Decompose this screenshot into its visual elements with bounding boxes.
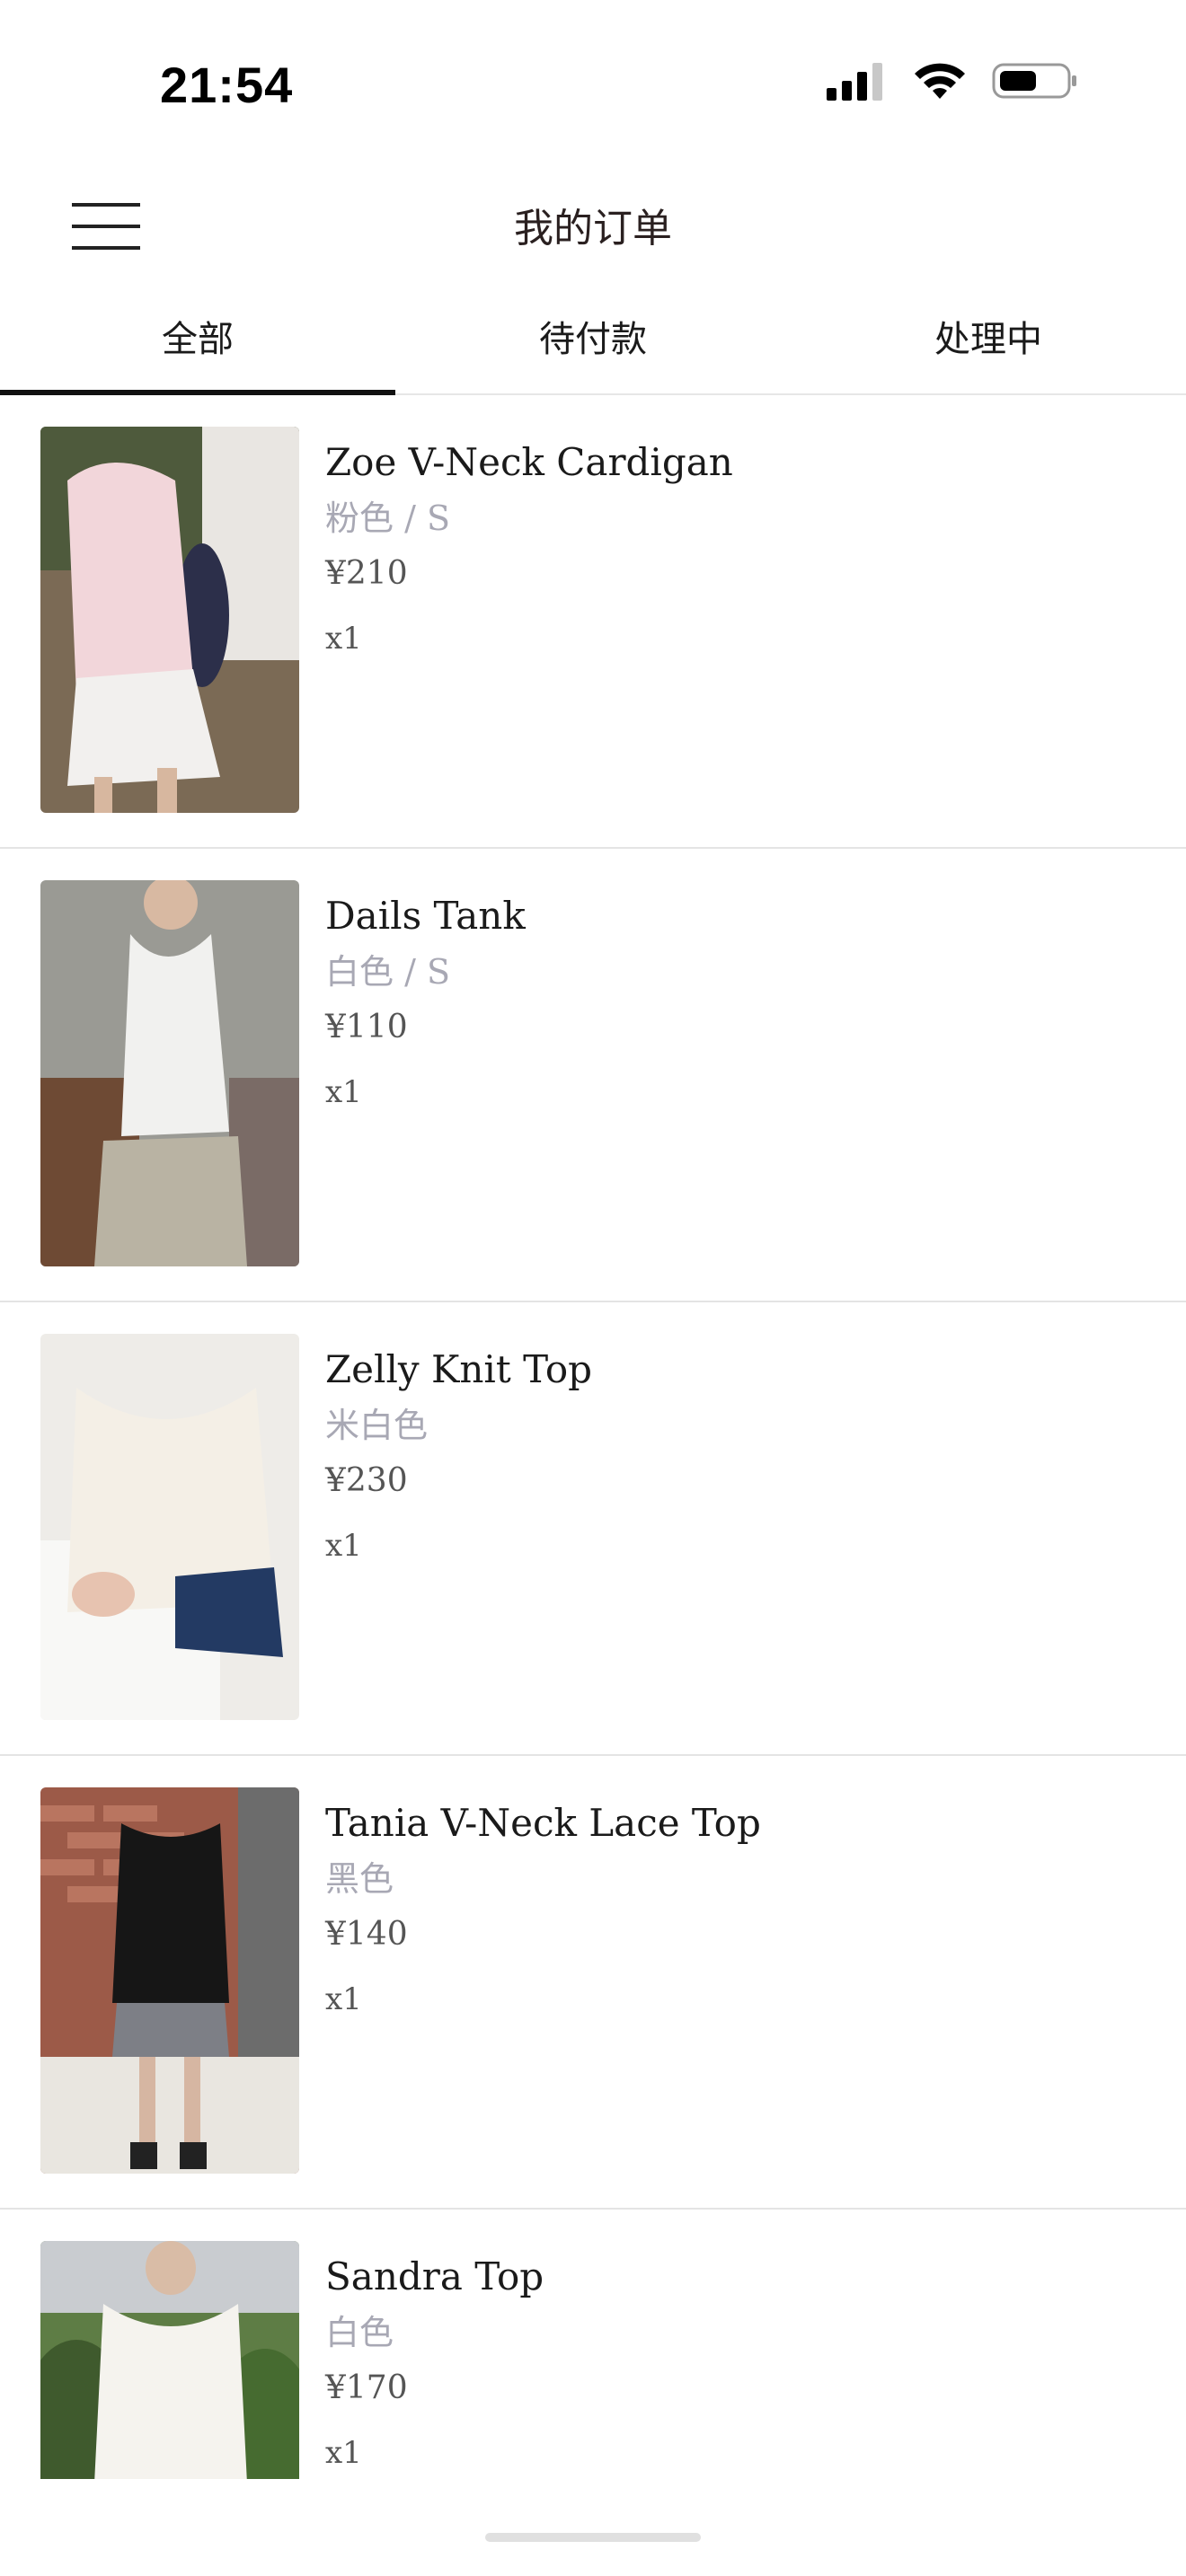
product-price: ¥110 — [325, 1009, 408, 1045]
product-name[interactable]: Sandra Top — [325, 2250, 1150, 2304]
product-variant: 白色 — [325, 2313, 394, 2352]
battery-icon — [992, 63, 1076, 99]
product-variant: 米白色 — [325, 1406, 429, 1445]
order-info: Dails Tank 白色 / S ¥110 x1 — [325, 889, 1150, 1119]
product-quantity: x1 — [325, 1528, 362, 1564]
bottom-safe-area — [0, 2479, 1186, 2576]
tab-processing[interactable]: 处理中 — [791, 278, 1186, 393]
product-variant: 黑色 — [325, 1859, 394, 1899]
order-item[interactable]: Sandra Top 白色 ¥170 x1 — [0, 2210, 1186, 2479]
status-icons — [827, 61, 1078, 101]
product-price: ¥140 — [325, 1916, 408, 1953]
product-image[interactable] — [40, 1334, 299, 1720]
page-title: 我的订单 — [514, 206, 672, 251]
wifi-icon — [915, 63, 965, 99]
cellular-signal-icon — [827, 63, 882, 101]
status-time: 21:54 — [160, 57, 294, 113]
product-variant: 粉色 / S — [325, 498, 450, 538]
product-price: ¥170 — [325, 2369, 408, 2406]
order-info: Zoe V-Neck Cardigan 粉色 / S ¥210 x1 — [325, 436, 1150, 666]
order-item[interactable]: Tania V-Neck Lace Top 黑色 ¥140 x1 — [0, 1756, 1186, 2210]
product-name[interactable]: Zoe V-Neck Cardigan — [325, 436, 1150, 490]
order-item[interactable]: Dails Tank 白色 / S ¥110 x1 — [0, 849, 1186, 1302]
product-image[interactable] — [40, 2241, 299, 2479]
order-item[interactable]: Zelly Knit Top 米白色 ¥230 x1 — [0, 1302, 1186, 1756]
product-quantity: x1 — [325, 621, 362, 657]
product-image[interactable] — [40, 427, 299, 813]
order-item[interactable]: Zoe V-Neck Cardigan 粉色 / S ¥210 x1 — [0, 395, 1186, 849]
product-image[interactable] — [40, 880, 299, 1266]
product-name[interactable]: Zelly Knit Top — [325, 1343, 1150, 1397]
tab-pending-payment[interactable]: 待付款 — [395, 278, 791, 393]
product-price: ¥210 — [325, 555, 408, 592]
product-name[interactable]: Tania V-Neck Lace Top — [325, 1796, 1150, 1850]
product-name[interactable]: Dails Tank — [325, 889, 1150, 943]
order-tabs: 全部 待付款 处理中 — [0, 278, 1186, 395]
order-info: Tania V-Neck Lace Top 黑色 ¥140 x1 — [325, 1796, 1150, 2026]
tab-all[interactable]: 全部 — [0, 278, 395, 395]
order-info: Sandra Top 白色 ¥170 x1 — [325, 2250, 1150, 2479]
app-header: 我的订单 — [0, 171, 1186, 278]
product-variant: 白色 / S — [325, 952, 450, 992]
product-image[interactable] — [40, 1787, 299, 2174]
product-price: ¥230 — [325, 1462, 408, 1499]
order-list: Zoe V-Neck Cardigan 粉色 / S ¥210 x1 Dails… — [0, 395, 1186, 2479]
product-quantity: x1 — [325, 1981, 362, 2017]
home-indicator[interactable] — [485, 2533, 701, 2542]
product-quantity: x1 — [325, 1074, 362, 1110]
status-bar: 21:54 — [0, 0, 1186, 171]
order-info: Zelly Knit Top 米白色 ¥230 x1 — [325, 1343, 1150, 1573]
product-quantity: x1 — [325, 2435, 362, 2471]
